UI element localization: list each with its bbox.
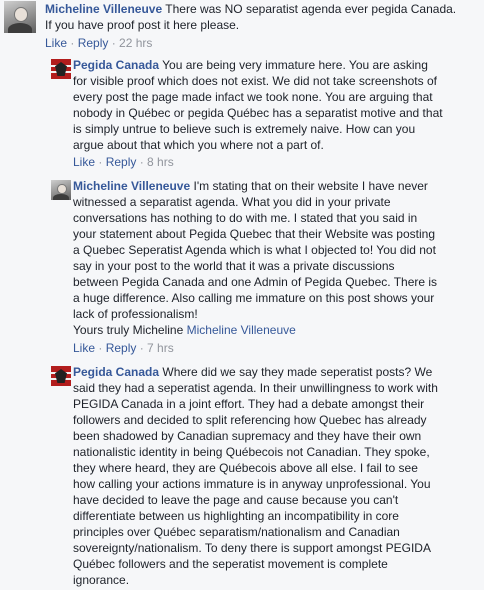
separator-dot: · <box>95 341 106 355</box>
comment-time[interactable]: 7 hrs <box>147 341 174 355</box>
comment-2: Pegida Canada You are being very immatur… <box>0 56 484 174</box>
comment-actions: Like · Reply · 8 hrs <box>73 154 174 170</box>
avatar[interactable] <box>51 59 71 79</box>
avatar-head <box>57 183 67 194</box>
avatar-head <box>13 6 29 23</box>
comment-body: Pegida Canada Where did we say they made… <box>73 364 481 588</box>
comment-text: Where did we say they made seperatist po… <box>73 365 438 587</box>
reply-link[interactable]: Reply <box>78 36 109 50</box>
avatar[interactable] <box>4 1 36 33</box>
comment-4: Pegida Canada Where did we say they made… <box>0 363 484 590</box>
separator-dot: · <box>108 36 120 50</box>
comment-author[interactable]: Pegida Canada <box>73 365 159 379</box>
comment-text: You are being very immature here. You ar… <box>73 58 443 152</box>
comment-actions: Like · Reply · 7 hrs <box>73 340 174 356</box>
reply-link[interactable]: Reply <box>106 155 137 169</box>
separator-dot: · <box>95 155 106 169</box>
comment-body: Pegida Canada You are being very immatur… <box>73 57 481 153</box>
comment-1: Micheline Villeneuve There was NO separa… <box>0 0 484 52</box>
like-link[interactable]: Like <box>73 341 95 355</box>
avatar-shoulders <box>7 23 33 33</box>
avatar[interactable] <box>51 180 71 200</box>
avatar-shoulders <box>53 194 69 200</box>
like-link[interactable]: Like <box>73 155 95 169</box>
like-link[interactable]: Like <box>45 36 67 50</box>
comment-author[interactable]: Micheline Villeneuve <box>45 2 162 16</box>
comment-body: Micheline Villeneuve I'm stating that on… <box>73 178 481 338</box>
comment-actions: Like · Reply · 22 hrs <box>45 35 152 51</box>
comment-body: Micheline Villeneuve There was NO separa… <box>45 1 481 33</box>
comment-time[interactable]: 22 hrs <box>119 36 152 50</box>
comment-3: Micheline Villeneuve I'm stating that on… <box>0 177 484 361</box>
mention-link[interactable]: Micheline Villeneuve <box>187 323 296 337</box>
comment-author[interactable]: Micheline Villeneuve <box>73 179 190 193</box>
comment-author[interactable]: Pegida Canada <box>73 58 159 72</box>
separator-dot: · <box>136 341 148 355</box>
avatar[interactable] <box>51 366 71 386</box>
comment-time[interactable]: 8 hrs <box>147 155 174 169</box>
comment-text: I'm stating that on their website I have… <box>73 179 438 337</box>
separator-dot: · <box>67 36 78 50</box>
reply-link[interactable]: Reply <box>106 341 137 355</box>
separator-dot: · <box>136 155 148 169</box>
